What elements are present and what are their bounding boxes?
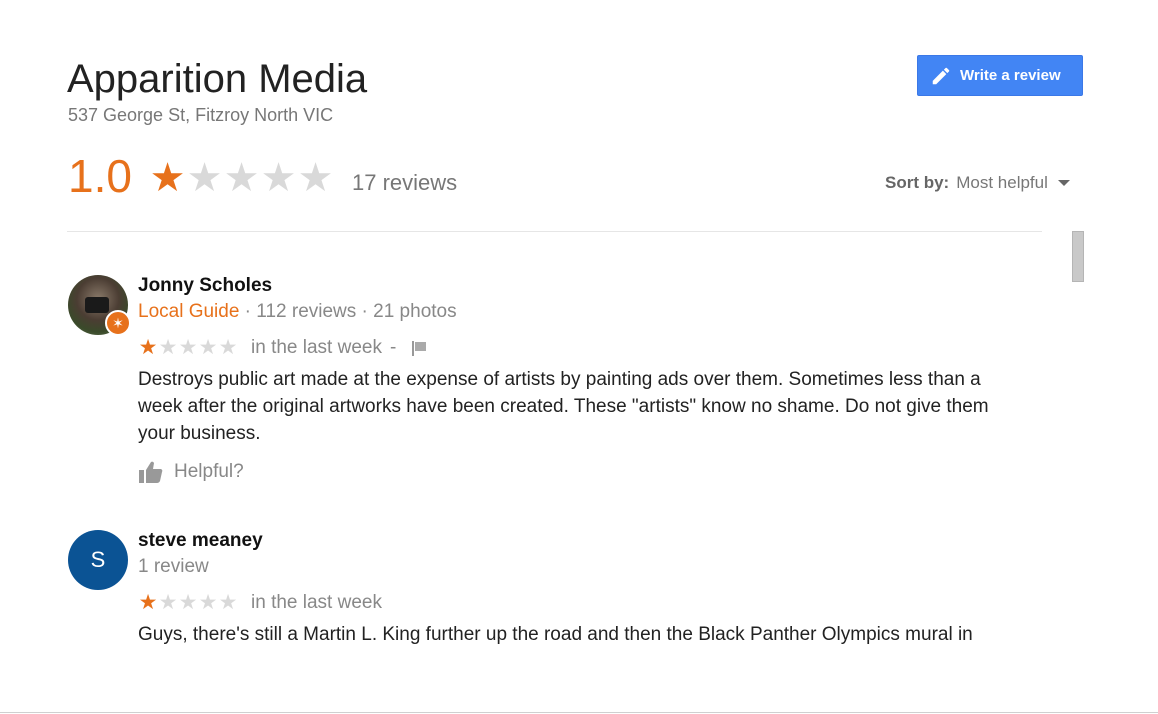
review-rating: ★ ★ ★ ★ ★ in the last week: [138, 591, 382, 615]
local-guide-label: Local Guide: [138, 301, 240, 322]
reviewer-stats: 1 review: [138, 556, 209, 577]
review-text: Destroys public art made at the expense …: [138, 369, 989, 444]
star-empty-icon: ★: [158, 591, 178, 614]
star-empty-icon: ★: [260, 156, 297, 200]
reviewer-counts: · 112 reviews · 21 photos: [239, 301, 457, 322]
star-empty-icon: ★: [297, 156, 334, 200]
helpful-button[interactable]: Helpful?: [138, 460, 244, 484]
business-address: 537 George St, Fitzroy North VIC: [68, 105, 334, 125]
caret-down-icon: [1057, 180, 1070, 186]
review-time: in the last week: [251, 337, 382, 358]
separator: -: [389, 337, 397, 358]
star-filled-icon: ★: [138, 336, 158, 359]
total-review-count: 17 reviews: [352, 170, 458, 195]
star-filled-icon: ★: [138, 591, 158, 614]
reviewer-name[interactable]: steve meaney: [138, 530, 263, 552]
helpful-label: Helpful?: [174, 461, 244, 482]
star-empty-icon: ★: [218, 591, 238, 614]
reviewer-avatar[interactable]: ✶: [68, 275, 131, 336]
sort-label: Sort by:: [885, 173, 950, 192]
scrollbar-thumb[interactable]: [1072, 231, 1084, 282]
reviewer-avatar[interactable]: S: [68, 530, 128, 590]
star-empty-icon: ★: [218, 336, 238, 359]
review-text: Guys, there's still a Martin L. King fur…: [138, 624, 973, 645]
local-guide-badge-icon: ✶: [105, 310, 131, 336]
reviews-dialog: Apparition Media 537 George St, Fitzroy …: [0, 0, 1158, 714]
thumbs-up-icon: [139, 461, 163, 483]
write-review-button[interactable]: Write a review: [917, 55, 1083, 96]
star-empty-icon: ★: [223, 156, 260, 200]
reviewer-name[interactable]: Jonny Scholes: [138, 275, 272, 297]
sort-dropdown[interactable]: Sort by: Most helpful: [885, 173, 1070, 193]
camera-shape: [85, 297, 109, 313]
bottom-divider: [0, 712, 1158, 713]
pencil-icon: [932, 67, 950, 84]
star-empty-icon: ★: [198, 591, 218, 614]
review-rating: ★ ★ ★ ★ ★ in the last week -: [138, 336, 428, 360]
average-rating: 1.0: [68, 150, 132, 202]
business-name: Apparition Media: [67, 57, 368, 101]
star-empty-icon: ★: [158, 336, 178, 359]
flag-icon[interactable]: [410, 339, 428, 357]
write-review-label: Write a review: [960, 67, 1061, 84]
reviews-list[interactable]: ✶ Jonny Scholes Local Guide · 112 review…: [0, 232, 1060, 651]
reviewer-stats: Local Guide · 112 reviews · 21 photos: [138, 301, 457, 323]
sort-value: Most helpful: [956, 173, 1048, 192]
star-empty-icon: ★: [178, 591, 198, 614]
star-filled-icon: ★: [149, 156, 186, 200]
star-empty-icon: ★: [198, 336, 218, 359]
star-empty-icon: ★: [178, 336, 198, 359]
review-time: in the last week: [251, 592, 382, 613]
star-empty-icon: ★: [186, 156, 223, 200]
average-rating-stars: ★ ★ ★ ★ ★: [149, 156, 334, 200]
